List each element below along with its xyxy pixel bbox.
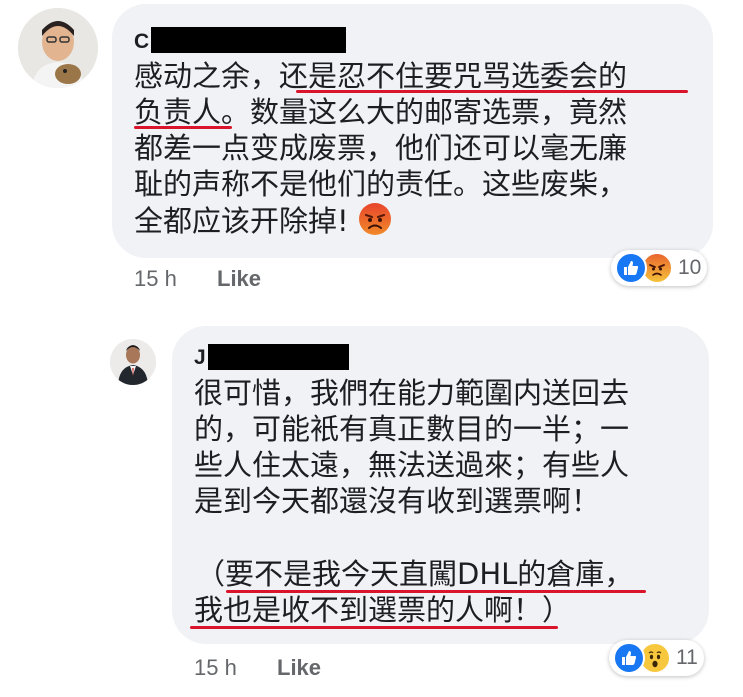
reaction-count: 10 (678, 256, 702, 279)
comment-text-line: （要不是我今天直闖DHL的倉庫， (196, 557, 634, 591)
comment-text-line: 耻的声称不是他们的责任。这些废柴， (134, 167, 628, 201)
like-button[interactable]: Like (277, 655, 321, 681)
comment-text-segment: 全都应该开除掉! (134, 204, 349, 238)
highlight-underline (190, 626, 558, 629)
like-icon (615, 252, 647, 284)
author-name[interactable]: J (194, 346, 206, 370)
avatar[interactable] (18, 8, 98, 88)
redaction-bar (208, 344, 349, 370)
reaction-count: 11 (676, 646, 698, 669)
comment-text-line: 我也是收不到選票的人啊！） (194, 593, 572, 627)
comment-text-line: 的，可能衹有真正數目的一半；一 (194, 412, 630, 446)
highlight-underline (134, 126, 232, 129)
comment-text-line: 是到今天都還沒有收到選票啊！ (194, 484, 601, 518)
reaction-summary[interactable]: 11 (609, 640, 704, 676)
comment-text-line: 些人住太遠，無法送過來；有些人 (194, 448, 630, 482)
reaction-summary[interactable]: 10 (611, 250, 708, 286)
author-name[interactable]: C (134, 30, 149, 54)
comment-text-line: 感动之余，还是忍不住要咒骂选委会的 (134, 59, 628, 93)
highlight-underline (296, 90, 688, 93)
comment-text-line: 全都应该开除掉! (134, 202, 392, 244)
like-icon (613, 642, 645, 674)
comment-text-line: 负责人。数量这么大的邮寄选票，竟然 (134, 95, 628, 129)
angry-face-icon (358, 202, 392, 244)
comment-timestamp[interactable]: 15 h (134, 266, 177, 292)
highlight-underline (226, 590, 646, 593)
comment-timestamp[interactable]: 15 h (194, 655, 237, 681)
comment-text-line: 都差一点变成废票，他们还可以毫无廉 (134, 131, 628, 165)
comment-text-line: 很可惜，我們在能力範圍内送回去 (194, 376, 630, 410)
like-button[interactable]: Like (217, 266, 261, 292)
redaction-bar (151, 27, 346, 53)
avatar[interactable] (110, 339, 156, 385)
